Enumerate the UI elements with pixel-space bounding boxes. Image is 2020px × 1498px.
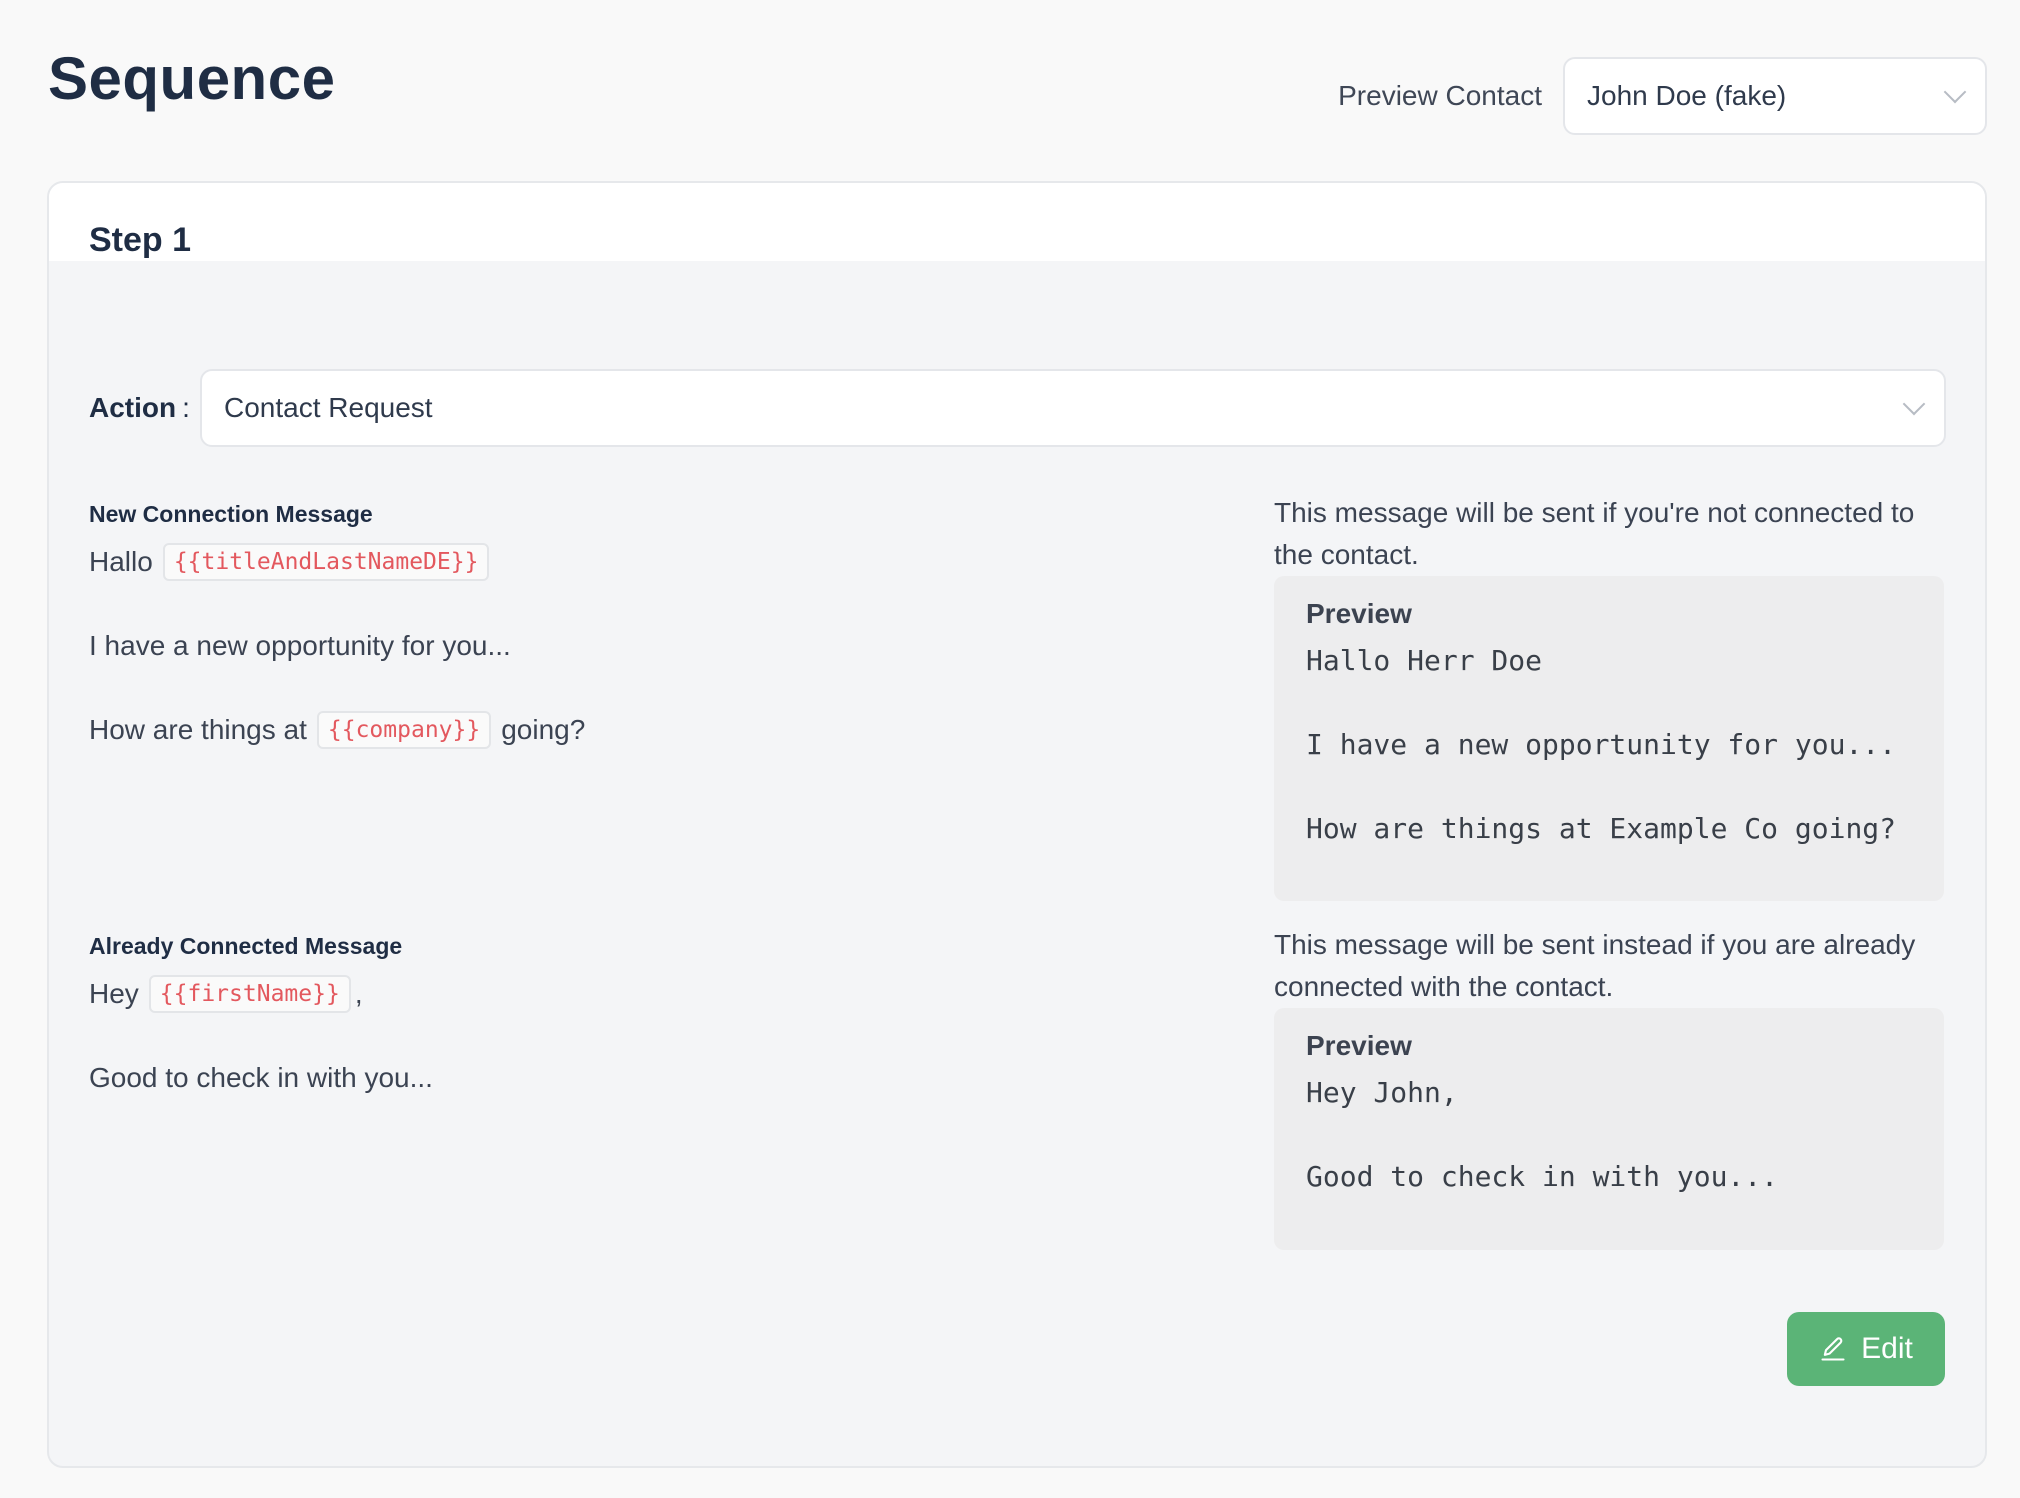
- action-select-value: Contact Request: [224, 392, 433, 423]
- step-title: Step 1: [89, 221, 192, 259]
- preview-contact-select[interactable]: John Doe (fake): [1563, 57, 1987, 135]
- chevron-down-icon: [1902, 392, 1926, 416]
- template-token: {{company}}: [316, 711, 492, 749]
- preview-line: Hallo Herr Doe: [1306, 644, 1543, 677]
- preview-label: Preview: [1306, 1030, 1412, 1061]
- edit-button-label: Edit: [1861, 1332, 1913, 1365]
- message-line: Good to check in with you...: [89, 1062, 433, 1093]
- sequence-page: Sequence Preview Contact John Doe (fake)…: [0, 0, 2020, 1498]
- new-connection-heading: New Connection Message: [89, 501, 373, 527]
- preview-line: [1306, 766, 1912, 808]
- already-connected-preview: Preview Hey John, Good to check in with …: [1274, 1008, 1944, 1250]
- preview-line: How are things at Example Co going?: [1306, 812, 1897, 845]
- new-connection-message[interactable]: New Connection Message Hallo {{titleAndLa…: [89, 501, 1189, 750]
- preview-label: Preview: [1306, 598, 1412, 629]
- message-line: How are things at {{company}} going?: [89, 710, 1189, 750]
- message-line: Hallo {{titleAndLastNameDE}}: [89, 542, 1189, 582]
- already-connected-preview-panel: This message will be sent instead if you…: [1274, 924, 1944, 1250]
- preview-contact-value: John Doe (fake): [1587, 80, 1787, 111]
- edit-button[interactable]: Edit: [1787, 1312, 1945, 1386]
- chevron-down-icon: [1943, 80, 1967, 104]
- action-label: Action:: [89, 392, 190, 423]
- page-title: Sequence: [48, 45, 336, 112]
- message-line: I have a new opportunity for you...: [89, 630, 511, 661]
- preview-line: [1306, 682, 1912, 724]
- preview-line: Hey John,: [1306, 1076, 1458, 1109]
- action-select[interactable]: Contact Request: [200, 369, 1946, 447]
- already-connected-note: This message will be sent instead if you…: [1274, 929, 1916, 1002]
- already-connected-message[interactable]: Already Connected Message Hey {{firstName…: [89, 933, 1189, 1098]
- preview-line: I have a new opportunity for you...: [1306, 728, 1897, 761]
- new-connection-preview: Preview Hallo Herr Doe I have a new oppo…: [1274, 576, 1944, 901]
- template-token: {{titleAndLastNameDE}}: [162, 543, 490, 581]
- pencil-icon: [1821, 1337, 1845, 1361]
- new-connection-preview-panel: This message will be sent if you're not …: [1274, 492, 1944, 901]
- preview-contact-control: Preview Contact John Doe (fake): [1338, 57, 1987, 135]
- preview-contact-label: Preview Contact: [1338, 80, 1542, 111]
- already-connected-heading: Already Connected Message: [89, 933, 403, 959]
- new-connection-note: This message will be sent if you're not …: [1274, 497, 1915, 570]
- template-token: {{firstName}}: [148, 975, 351, 1013]
- step-card-header: Step 1: [49, 183, 1985, 261]
- preview-line: [1306, 1114, 1912, 1156]
- action-row: Action: Contact Request: [89, 369, 1946, 447]
- message-line: Hey {{firstName}},: [89, 974, 1189, 1014]
- step-card: Step 1 Action: Contact Request New Conne…: [47, 181, 1987, 1468]
- preview-line: Good to check in with you...: [1306, 1160, 1779, 1193]
